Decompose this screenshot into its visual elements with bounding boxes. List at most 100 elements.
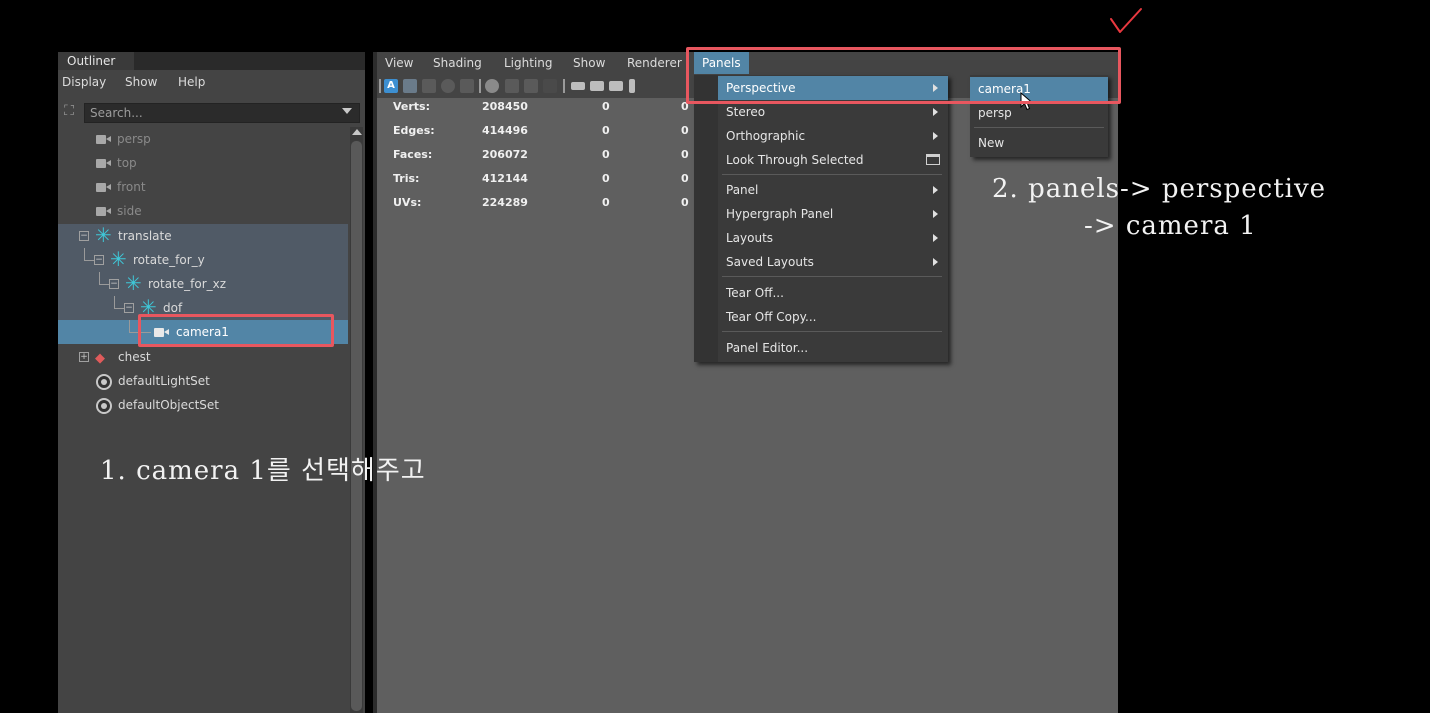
- scrollbar-thumb[interactable]: [351, 141, 362, 711]
- tree-item-chest[interactable]: + ◆ chest: [58, 345, 348, 369]
- menu-item-panel-editor[interactable]: Panel Editor...: [718, 336, 948, 360]
- hud-row-edges: Edges: 414496 0 0: [393, 124, 713, 148]
- outliner-search-row: ⛶ Search...: [58, 103, 365, 125]
- collapse-icon[interactable]: −: [124, 303, 134, 313]
- tree-item-translate[interactable]: − ✳ translate: [58, 224, 348, 248]
- hud-row-tris: Tris: 412144 0 0: [393, 172, 713, 196]
- shading-icon[interactable]: [485, 79, 499, 93]
- menu-item-label: Saved Layouts: [726, 255, 814, 269]
- menu-item-label: Tear Off...: [726, 286, 784, 300]
- menu-gutter: [694, 75, 718, 362]
- submenu-arrow-icon: [933, 234, 938, 242]
- sphere-icon[interactable]: [441, 79, 455, 93]
- texture-icon[interactable]: [505, 79, 519, 93]
- shadow-icon[interactable]: [543, 79, 557, 93]
- search-dropdown-icon[interactable]: [342, 108, 352, 114]
- tree-item-rotate-for-xz[interactable]: − ✳ rotate_for_xz: [58, 272, 348, 296]
- hud-value: 0: [602, 100, 610, 113]
- submenu-arrow-icon: [933, 186, 938, 194]
- tree-connector: [129, 320, 130, 332]
- hud-label: UVs:: [393, 196, 422, 209]
- camera-gate-icon[interactable]: [571, 82, 585, 90]
- light-icon[interactable]: [524, 79, 538, 93]
- tree-connector: [114, 296, 115, 308]
- camera-icon: [96, 207, 111, 216]
- outliner-tab-strip: [134, 52, 365, 70]
- submenu-item-new[interactable]: New: [970, 131, 1108, 155]
- submenu-arrow-icon: [933, 108, 938, 116]
- outliner-scrollbar[interactable]: [350, 127, 363, 713]
- collapse-icon[interactable]: −: [79, 231, 89, 241]
- annotation-step-2-line-1: 2. panels-> perspective: [992, 174, 1327, 204]
- menu-shading[interactable]: Shading: [433, 56, 482, 70]
- hud-row-uvs: UVs: 224289 0 0: [393, 196, 713, 220]
- expand-icon[interactable]: +: [79, 352, 89, 362]
- tree-item-default-light-set[interactable]: defaultLightSet: [58, 369, 348, 393]
- outliner-menu-help[interactable]: Help: [178, 75, 205, 89]
- menu-item-tear-off-copy[interactable]: Tear Off Copy...: [718, 305, 948, 329]
- tree-item-side[interactable]: side: [58, 199, 348, 223]
- collapse-icon[interactable]: −: [94, 255, 104, 265]
- tree-item-label: defaultObjectSet: [118, 398, 220, 412]
- toolbar-separator: [563, 79, 565, 93]
- menu-lighting[interactable]: Lighting: [504, 56, 553, 70]
- menu-item-saved-layouts[interactable]: Saved Layouts: [718, 250, 948, 274]
- menu-item-panel[interactable]: Panel: [718, 178, 948, 202]
- menu-separator: [722, 174, 942, 175]
- menu-show[interactable]: Show: [573, 56, 605, 70]
- menu-renderer[interactable]: Renderer: [627, 56, 682, 70]
- tree-item-default-object-set[interactable]: defaultObjectSet: [58, 393, 348, 417]
- menu-item-label: Stereo: [726, 105, 766, 119]
- outliner-menu-show[interactable]: Show: [125, 75, 157, 89]
- outliner-menu-display[interactable]: Display: [62, 75, 106, 89]
- option-box-icon[interactable]: [926, 154, 940, 165]
- tree-item-label: rotate_for_xz: [148, 277, 227, 291]
- hud-value: 208450: [482, 100, 528, 113]
- menu-item-label: Orthographic: [726, 129, 806, 143]
- outliner-panel: Outliner Display Show Help ⛶ Search... p…: [58, 52, 365, 713]
- hud-value: 412144: [482, 172, 528, 185]
- menu-view[interactable]: View: [385, 56, 413, 70]
- tree-item-label: chest: [118, 350, 151, 364]
- tree-connector: [99, 284, 109, 285]
- toolbar-separator: [379, 79, 381, 93]
- outliner-menubar: Display Show Help: [58, 70, 365, 94]
- collapse-icon[interactable]: −: [109, 279, 119, 289]
- panel-divider[interactable]: [373, 52, 377, 713]
- tree-item-persp[interactable]: persp: [58, 127, 348, 151]
- outliner-search-input[interactable]: Search...: [84, 103, 360, 123]
- menu-separator: [722, 276, 942, 277]
- tree-item-label: dof: [163, 301, 183, 315]
- submenu-item-persp[interactable]: persp: [970, 101, 1108, 125]
- menu-item-orthographic[interactable]: Orthographic: [718, 124, 948, 148]
- camera-attributes-icon[interactable]: [590, 81, 604, 91]
- outliner-tab[interactable]: Outliner: [58, 52, 134, 70]
- grid-icon[interactable]: [422, 79, 436, 93]
- hud-row-verts: Verts: 208450 0 0: [393, 100, 713, 124]
- mesh-icon: ◆: [95, 351, 105, 366]
- tree-item-front[interactable]: front: [58, 175, 348, 199]
- highlight-box-camera1: [138, 314, 334, 347]
- tree-item-label: front: [117, 180, 146, 194]
- scroll-up-icon[interactable]: [352, 129, 362, 135]
- tree-item-top[interactable]: top: [58, 151, 348, 175]
- frame-icon[interactable]: [403, 79, 417, 93]
- cube-icon[interactable]: [460, 79, 474, 93]
- hud-row-faces: Faces: 206072 0 0: [393, 148, 713, 172]
- tree-item-rotate-for-y[interactable]: − ✳ rotate_for_y: [58, 248, 348, 272]
- hud-value: 206072: [482, 148, 528, 161]
- menu-item-layouts[interactable]: Layouts: [718, 226, 948, 250]
- bookmark-icon[interactable]: [629, 79, 635, 93]
- select-mode-icon[interactable]: A: [384, 79, 398, 93]
- filter-icon[interactable]: ⛶: [60, 103, 78, 123]
- tree-item-label: defaultLightSet: [118, 374, 210, 388]
- tree-item-label: side: [117, 204, 142, 218]
- menu-item-label: New: [978, 136, 1005, 150]
- menu-item-hypergraph-panel[interactable]: Hypergraph Panel: [718, 202, 948, 226]
- menu-item-look-through-selected[interactable]: Look Through Selected: [718, 148, 948, 172]
- camera-lock-icon[interactable]: [609, 81, 623, 91]
- hud-value: 0: [602, 172, 610, 185]
- hud-value: 0: [681, 196, 689, 209]
- menu-item-tear-off[interactable]: Tear Off...: [718, 281, 948, 305]
- set-icon: [96, 374, 112, 390]
